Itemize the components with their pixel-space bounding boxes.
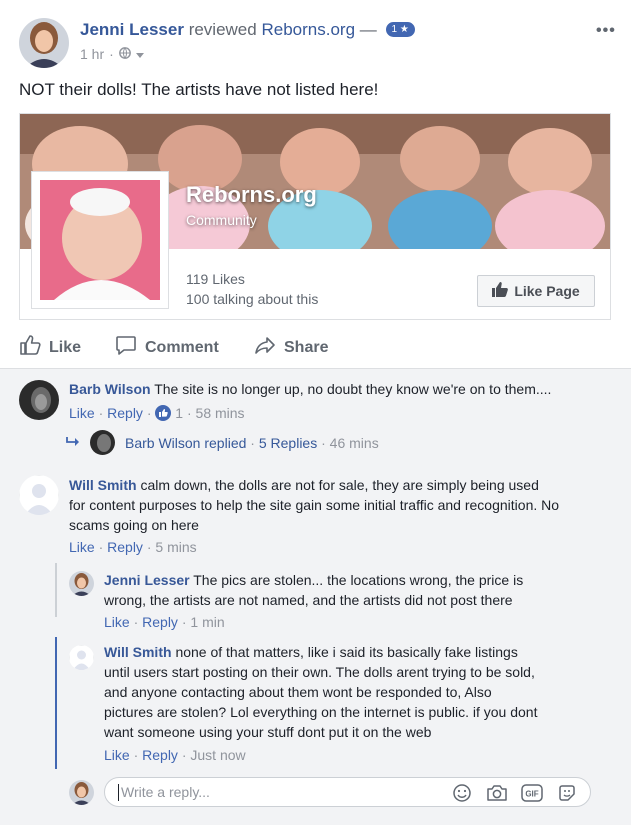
comment-actions: Like · Reply · 1 · 58 mins: [69, 403, 245, 426]
author-avatar[interactable]: [19, 18, 69, 68]
page-profile-picture[interactable]: [31, 171, 169, 309]
share-icon: [254, 334, 276, 361]
page-card[interactable]: Reborns.org Community 119 Likes 100 talk…: [19, 113, 611, 320]
dot-separator: ·: [109, 46, 114, 62]
comment-text: The site is no longer up, no doubt they …: [154, 381, 552, 397]
comment-body: Will Smith calm down, the dolls are not …: [69, 475, 609, 535]
comment-time[interactable]: 5 mins: [155, 539, 196, 555]
comment-text-line: calm down, the dolls are not for sale, t…: [140, 477, 539, 493]
gif-icon[interactable]: GIF: [521, 782, 543, 804]
page-card-category: Community: [186, 212, 257, 228]
comment-like-link[interactable]: Like: [69, 539, 95, 555]
reply-like-link[interactable]: Like: [104, 614, 130, 630]
post-header: Jenni Lesser reviewed Reborns.org — 1 ★: [80, 20, 415, 40]
action-text: reviewed: [188, 20, 257, 39]
thumbs-up-icon: [492, 282, 509, 300]
comment-icon: [115, 334, 137, 361]
reply-text-line: want someone using your stuff dont put i…: [104, 724, 432, 740]
reply-text-line: until users start posting on their own. …: [104, 664, 535, 680]
comment-text-line: scams going on here: [69, 517, 199, 533]
text-cursor: [118, 784, 119, 801]
svg-text:GIF: GIF: [525, 790, 538, 799]
comment-label: Comment: [145, 338, 219, 356]
commenter-name[interactable]: Barb Wilson: [69, 381, 151, 397]
replies-time: 46 mins: [329, 435, 379, 451]
share-button[interactable]: Share: [254, 334, 328, 361]
replies-summary[interactable]: Barb Wilson replied · 5 Replies · 46 min…: [125, 433, 379, 453]
comment-body: Barb Wilson The site is no longer up, no…: [69, 379, 609, 399]
page-card-title[interactable]: Reborns.org: [186, 182, 317, 208]
comment-reply-link[interactable]: Reply: [107, 539, 143, 555]
reply-count[interactable]: 5 Replies: [259, 435, 317, 451]
like-button[interactable]: Like: [19, 334, 81, 361]
reply-text-line: pictures are stolen? Lol everything on t…: [104, 704, 538, 720]
reply-actions: Like · Reply · 1 min: [104, 614, 225, 630]
reply-text-line: none of that matters, like i said its ba…: [175, 644, 518, 660]
author-name[interactable]: Jenni Lesser: [80, 20, 184, 39]
reply-like-link[interactable]: Like: [104, 747, 130, 763]
reviewed-page-link[interactable]: Reborns.org: [261, 20, 355, 39]
like-label: Like: [49, 338, 82, 356]
replied-verb: replied: [204, 435, 247, 451]
thread-line: [55, 563, 57, 617]
comment-text-line: for content purposes to help the site ga…: [69, 497, 560, 513]
comment-time[interactable]: 58 mins: [196, 405, 245, 421]
sticker-icon[interactable]: [556, 782, 578, 804]
post-text: NOT their dolls! The artists have not li…: [19, 80, 379, 99]
rating-badge: 1 ★: [385, 22, 415, 37]
reply-text-line: The pics are stolen... the locations wro…: [193, 572, 524, 588]
reaction-count[interactable]: 1: [175, 405, 183, 421]
page-talking-count: 100 talking about this: [186, 291, 319, 307]
post-time[interactable]: 1 hr: [80, 46, 104, 62]
post-meta: 1 hr ·: [80, 46, 144, 62]
reply-avatar[interactable]: [69, 571, 94, 596]
like-page-button[interactable]: Like Page: [477, 275, 595, 307]
commenter-name[interactable]: Will Smith: [69, 477, 137, 493]
audience-chevron-down-icon[interactable]: [135, 46, 144, 62]
comment-like-link[interactable]: Like: [69, 405, 95, 421]
reply-body: Will Smith none of that matters, like i …: [104, 642, 609, 742]
dash: —: [359, 20, 377, 39]
comment-button[interactable]: Comment: [115, 334, 219, 361]
camera-icon[interactable]: [486, 782, 508, 804]
reply-placeholder: Write a reply...: [121, 784, 210, 800]
comment-actions: Like · Reply · 5 mins: [69, 539, 197, 555]
commenter-avatar[interactable]: [19, 475, 59, 515]
reply-avatar[interactable]: [69, 645, 94, 670]
reaction-like-icon[interactable]: [155, 405, 172, 426]
reply-author-name[interactable]: Will Smith: [104, 644, 172, 660]
emoji-icon[interactable]: [451, 782, 473, 804]
share-label: Share: [284, 338, 329, 356]
reply-body: Jenni Lesser The pics are stolen... the …: [104, 570, 609, 610]
more-options-icon[interactable]: •••: [596, 22, 616, 40]
reply-input[interactable]: Write a reply... GIF: [104, 777, 591, 807]
commenter-avatar[interactable]: [19, 380, 59, 420]
reply-time[interactable]: 1 min: [190, 614, 224, 630]
comment-reply-link[interactable]: Reply: [107, 405, 143, 421]
thread-highlight-bar: [55, 637, 57, 769]
globe-icon[interactable]: [118, 46, 131, 62]
reply-reply-link[interactable]: Reply: [142, 747, 178, 763]
like-page-label: Like Page: [514, 283, 580, 299]
rating-value: 1: [391, 24, 398, 35]
post-action-bar: Like Comment Share: [0, 328, 631, 368]
reply-author-name[interactable]: Jenni Lesser: [104, 572, 190, 588]
reply-time[interactable]: Just now: [190, 747, 245, 763]
replier-name[interactable]: Barb Wilson: [125, 435, 200, 451]
like-thumb-icon: [19, 334, 41, 361]
replier-avatar[interactable]: [90, 430, 115, 455]
page-likes-count: 119 Likes: [186, 271, 245, 287]
reply-text-line: wrong, the artists are not named, and th…: [104, 592, 513, 608]
reply-actions: Like · Reply · Just now: [104, 747, 246, 763]
reply-text-line: and anyone contacting about them wont be…: [104, 684, 492, 700]
viewer-avatar: [69, 780, 94, 805]
reply-reply-link[interactable]: Reply: [142, 614, 178, 630]
reply-arrow-icon: [66, 433, 80, 453]
